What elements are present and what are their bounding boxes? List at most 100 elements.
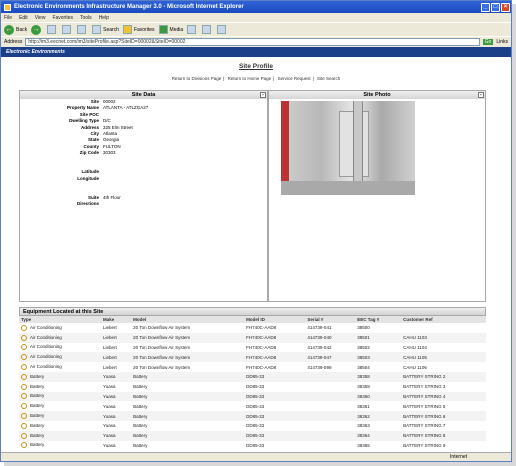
search-button[interactable]: Search	[92, 25, 119, 34]
table-cell: BATTERY STRING 6	[401, 411, 486, 421]
forward-button[interactable]: →	[31, 24, 43, 35]
link-home[interactable]: Return to Home Page	[228, 76, 272, 81]
table-row[interactable]: Battery Yuasa Battery DD85-33 38361 BATTERY S…	[19, 401, 486, 411]
cell-text: Yuasa	[102, 442, 116, 448]
column-header[interactable]: Model	[131, 316, 245, 323]
mail-icon	[202, 25, 212, 34]
cell-text[interactable]: Air Conditioning	[30, 345, 62, 350]
magnifier-icon[interactable]	[21, 354, 27, 361]
cell-text[interactable]: Battery	[30, 433, 44, 438]
table-cell: Yuasa	[101, 382, 131, 392]
home-button[interactable]	[77, 25, 88, 34]
photo-pipe	[353, 101, 363, 193]
collapse-icon[interactable]: -	[478, 92, 484, 98]
table-row[interactable]: Battery Yuasa Battery DD85-33 38359 BATTERY S…	[19, 382, 486, 392]
equipment-body: Air Conditioning Liebert 20 Ton Downflow A…	[19, 323, 486, 448]
menu-edit[interactable]: Edit	[19, 15, 28, 21]
cell-text: DD85-33	[246, 442, 265, 448]
magnifier-icon[interactable]	[21, 403, 27, 410]
cell-text[interactable]: Air Conditioning	[30, 354, 62, 359]
cell-text[interactable]: Battery	[30, 413, 44, 418]
history-button[interactable]	[187, 25, 198, 34]
menu-help[interactable]: Help	[99, 15, 109, 21]
cell-text[interactable]: Air Conditioning	[30, 364, 62, 369]
table-row[interactable]: Air Conditioning Liebert 20 Ton Downflow A…	[19, 323, 486, 333]
menu-file[interactable]: File	[4, 15, 12, 21]
table-cell: Air Conditioning	[19, 323, 101, 333]
window-title: Electronic Environments Infrastructure M…	[14, 4, 244, 10]
print-button[interactable]	[217, 25, 228, 34]
maximize-icon[interactable]: □	[491, 2, 500, 12]
menu-favorites[interactable]: Favorites	[52, 15, 73, 21]
close-icon[interactable]: ×	[501, 2, 510, 12]
table-row[interactable]: Battery Yuasa Battery DD85-33 38360 BATTERY S…	[19, 391, 486, 402]
cell-text[interactable]: Battery	[30, 394, 44, 399]
cell-text: Battery	[133, 374, 148, 380]
column-header[interactable]: Type	[19, 316, 101, 323]
magnifier-icon[interactable]	[21, 383, 27, 390]
column-header[interactable]: EEC Tag #	[355, 316, 402, 323]
back-button[interactable]: ← Back	[4, 24, 27, 35]
magnifier-icon[interactable]	[21, 373, 27, 380]
table-row[interactable]: Battery Yuasa Battery DD85-33 38365 BATTERY S…	[19, 441, 486, 448]
link-divisions[interactable]: Return to Divisions Page	[172, 76, 222, 81]
column-header[interactable]: Model ID	[244, 316, 306, 323]
magnifier-icon[interactable]	[21, 344, 27, 351]
menu-tools[interactable]: Tools	[80, 15, 92, 21]
magnifier-icon[interactable]	[21, 432, 27, 439]
magnifier-icon[interactable]	[21, 422, 27, 429]
cell-text[interactable]: Air Conditioning	[30, 325, 62, 330]
minimize-icon[interactable]: _	[481, 2, 490, 12]
table-cell: Battery	[19, 401, 101, 411]
table-row[interactable]: Air Conditioning Liebert 20 Ton Downflow A…	[19, 352, 486, 363]
magnifier-icon[interactable]	[21, 442, 27, 448]
cell-text[interactable]: Battery	[30, 403, 44, 408]
table-row[interactable]: Battery Yuasa Battery DD85-33 38363 BATTERY S…	[19, 421, 486, 431]
column-header[interactable]: Serial #	[305, 316, 356, 323]
address-input[interactable]: http://im3.eecnet.com/im3/siteProfile.as…	[25, 38, 480, 46]
menu-bar: File Edit View Favorites Tools Help	[1, 13, 511, 22]
table-row[interactable]: Battery Yuasa Battery DD85-33 38362 BATTERY S…	[19, 411, 486, 421]
stop-button[interactable]	[47, 25, 58, 34]
cell-text: CAHU 1104	[403, 344, 427, 350]
favorites-button[interactable]: Favorites	[122, 25, 155, 34]
table-row[interactable]: Air Conditioning Liebert 20 Ton Downflow A…	[19, 362, 486, 372]
table-cell: 38365	[355, 441, 401, 448]
cell-text[interactable]: Battery	[30, 443, 44, 448]
cell-text[interactable]: Battery	[30, 384, 44, 389]
magnifier-icon[interactable]	[21, 413, 27, 420]
refresh-button[interactable]	[62, 25, 73, 34]
site-photo-image[interactable]	[281, 101, 415, 195]
cell-text[interactable]: Battery	[30, 423, 44, 428]
cell-text: Battery	[133, 442, 148, 448]
cell-text: DD85-33	[246, 384, 265, 390]
table-row[interactable]: Battery Yuasa Battery DD85-33 38358 BATTERY S…	[19, 371, 486, 382]
magnifier-icon[interactable]	[21, 334, 27, 341]
table-cell: Liebert	[100, 332, 132, 343]
magnifier-icon[interactable]	[21, 324, 27, 331]
mail-button[interactable]	[202, 25, 213, 34]
table-row[interactable]: Air Conditioning Liebert 20 Ton Downflow A…	[19, 332, 486, 343]
collapse-icon[interactable]: -	[260, 92, 266, 98]
cell-text[interactable]: Battery	[30, 374, 44, 379]
table-cell: FH740C-AAD8	[244, 323, 305, 333]
column-header[interactable]: Make	[100, 316, 132, 323]
table-row[interactable]: Battery Yuasa Battery DD85-33 38364 BATTERY S…	[19, 430, 486, 441]
links-label[interactable]: Links	[496, 39, 508, 45]
link-site-search[interactable]: Site Search	[317, 76, 340, 81]
table-cell: Battery	[131, 382, 244, 392]
menu-view[interactable]: View	[35, 15, 46, 21]
magnifier-icon[interactable]	[21, 364, 27, 371]
table-cell: 38358	[355, 371, 402, 382]
link-service-request[interactable]: Service Request	[278, 76, 311, 81]
column-header[interactable]: Customer Ref	[401, 316, 486, 323]
magnifier-icon[interactable]	[21, 393, 27, 400]
table-cell: Battery	[131, 401, 244, 411]
cell-text: Yuasa	[102, 393, 116, 399]
table-cell: DD85-33	[244, 382, 305, 392]
media-button[interactable]: Media	[158, 25, 183, 34]
go-button[interactable]: Go	[482, 39, 494, 45]
table-row[interactable]: Air Conditioning Liebert 20 Ton Downflow A…	[19, 343, 486, 353]
cell-text[interactable]: Air Conditioning	[30, 335, 62, 340]
equipment-header-row: Type Make Model Model ID Serial # EEC Tag # Cu…	[19, 316, 486, 323]
